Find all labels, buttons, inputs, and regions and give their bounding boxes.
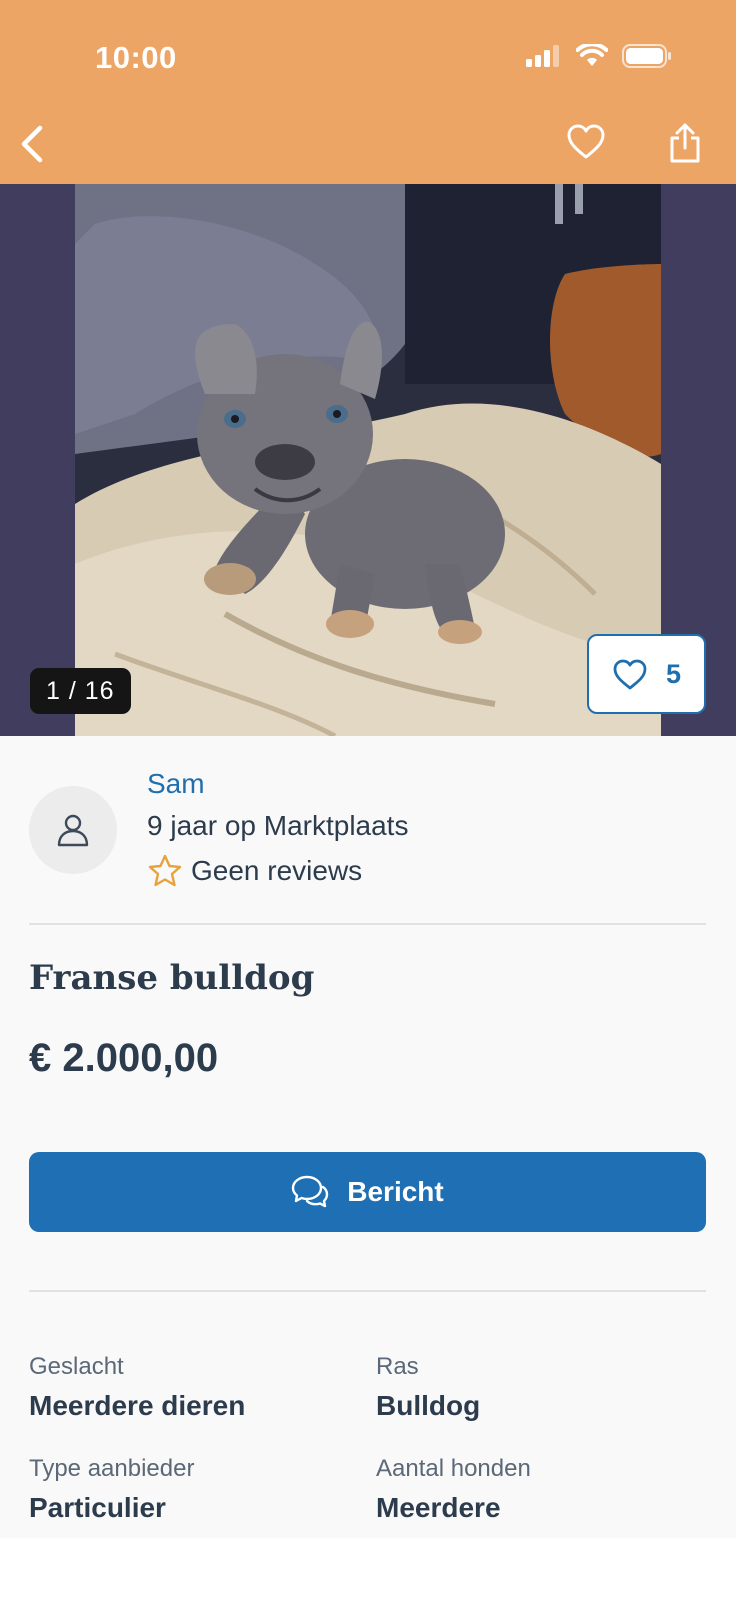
signal-icon xyxy=(526,45,559,67)
heart-icon[interactable] xyxy=(566,122,606,162)
reviews-label: Geen reviews xyxy=(191,855,363,886)
avatar[interactable] xyxy=(29,786,117,874)
attribute-label: Geslacht xyxy=(29,1353,124,1380)
divider xyxy=(29,1290,706,1292)
attribute-label: Aantal honden xyxy=(376,1455,531,1482)
listing-photo[interactable] xyxy=(75,184,661,736)
favorites-button[interactable]: 5 xyxy=(587,634,706,714)
battery-icon xyxy=(622,44,671,68)
listing-price: € 2.000,00 xyxy=(29,1036,219,1080)
favorites-count: 5 xyxy=(665,658,682,689)
back-icon[interactable] xyxy=(14,122,54,166)
photo-gallery[interactable]: 1 / 16 5 xyxy=(0,184,736,736)
message-button[interactable]: Bericht xyxy=(29,1152,706,1232)
wifi-icon xyxy=(576,44,608,66)
top-bar: 10:00 xyxy=(0,0,736,184)
seller-section[interactable]: Sam 9 jaar op Marktplaats Geen reviews xyxy=(0,736,736,924)
divider xyxy=(29,923,706,925)
attribute-value: Particulier xyxy=(29,1492,166,1523)
attribute-label: Type aanbieder xyxy=(29,1455,195,1482)
listing-title: Franse bulldog xyxy=(29,958,315,998)
seller-reviews[interactable]: Geen reviews xyxy=(147,853,362,889)
star-icon xyxy=(148,854,182,887)
user-icon xyxy=(57,814,89,847)
message-button-label: Bericht xyxy=(347,1176,444,1207)
seller-name[interactable]: Sam xyxy=(147,768,205,800)
share-icon[interactable] xyxy=(668,122,702,164)
status-time: 10:00 xyxy=(95,40,177,75)
photo-counter: 1 / 16 xyxy=(30,668,131,714)
attribute-label: Ras xyxy=(376,1353,419,1380)
chat-icon xyxy=(292,1175,329,1208)
attribute-value: Bulldog xyxy=(376,1390,481,1421)
status-icons xyxy=(526,44,672,68)
bottom-area xyxy=(0,1538,736,1600)
attribute-value: Meerdere xyxy=(376,1492,501,1523)
seller-since: 9 jaar op Marktplaats xyxy=(147,810,409,841)
attribute-value: Meerdere dieren xyxy=(29,1390,246,1421)
heart-icon xyxy=(613,659,647,690)
